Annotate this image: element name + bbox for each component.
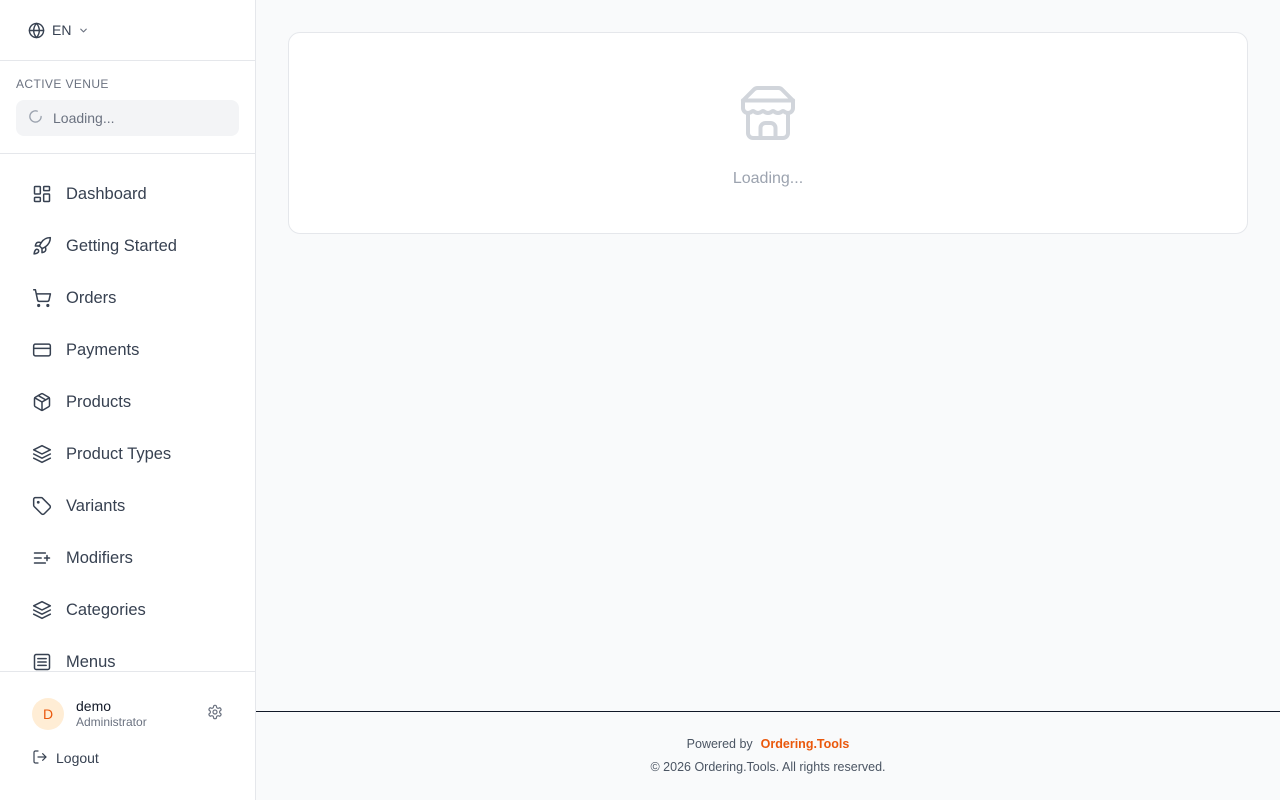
rocket-icon: [32, 236, 52, 256]
gear-icon: [207, 704, 223, 725]
chevron-down-icon: [78, 25, 89, 36]
logout-button[interactable]: Logout: [0, 748, 255, 768]
credit-card-icon: [32, 340, 52, 360]
venue-label: ACTIVE VENUE: [16, 77, 109, 91]
cart-icon: [32, 288, 52, 308]
avatar: D: [32, 698, 64, 730]
loading-spinner-icon: [28, 109, 43, 127]
sidebar-item-getting-started[interactable]: Getting Started: [0, 220, 255, 272]
language-code: EN: [52, 22, 72, 38]
layers-icon: [32, 444, 52, 464]
loading-card: Loading...: [288, 32, 1248, 234]
venue-selector[interactable]: Loading...: [16, 100, 239, 136]
logout-label: Logout: [56, 750, 99, 766]
venue-value: Loading...: [53, 110, 115, 126]
sidebar-item-menus[interactable]: Menus: [0, 636, 255, 671]
sidebar-item-label: Getting Started: [66, 236, 177, 255]
venue-section: ACTIVE VENUE Loading...: [0, 61, 255, 154]
language-bar: EN: [0, 0, 255, 61]
sidebar-item-label: Payments: [66, 340, 140, 359]
sidebar-item-label: Dashboard: [66, 184, 147, 203]
user-role: Administrator: [76, 715, 147, 729]
sidebar-item-label: Orders: [66, 288, 117, 307]
brand-link[interactable]: Ordering.Tools: [761, 737, 850, 751]
language-selector[interactable]: EN: [28, 22, 89, 39]
copyright-text: © 2026 Ordering.Tools. All rights reserv…: [650, 760, 886, 774]
powered-by-text: Powered by: [686, 737, 753, 751]
sidebar-item-label: Products: [66, 392, 132, 411]
loading-text: Loading...: [732, 170, 804, 187]
app-root: EN ACTIVE VENUE Loading... Dashboard Get…: [0, 0, 1280, 800]
sidebar-item-label: Modifiers: [66, 548, 133, 567]
footer: Powered by Ordering.Tools © 2026 Orderin…: [256, 711, 1280, 800]
sidebar-item-label: Categories: [66, 600, 146, 619]
user-name: demo: [76, 698, 112, 714]
sidebar-item-products[interactable]: Products: [0, 376, 255, 428]
sidebar-item-variants[interactable]: Variants: [0, 480, 255, 532]
sidebar: EN ACTIVE VENUE Loading... Dashboard Get…: [0, 0, 256, 800]
user-panel: D demo Administrator Logout: [0, 671, 255, 800]
user-row: D demo Administrator: [0, 696, 255, 732]
store-icon: [738, 83, 798, 148]
sidebar-item-orders[interactable]: Orders: [0, 272, 255, 324]
layers-icon: [32, 600, 52, 620]
footer-powered-row: Powered by Ordering.Tools: [687, 736, 850, 752]
sidebar-item-label: Product Types: [66, 444, 172, 463]
sidebar-item-payments[interactable]: Payments: [0, 324, 255, 376]
main-area: Loading... Powered by Ordering.Tools © 2…: [256, 0, 1280, 800]
sidebar-nav: Dashboard Getting Started Orders Payment…: [0, 154, 255, 671]
tag-icon: [32, 496, 52, 516]
settings-button[interactable]: [207, 704, 223, 725]
package-icon: [32, 392, 52, 412]
sidebar-item-categories[interactable]: Categories: [0, 584, 255, 636]
sidebar-item-label: Menus: [66, 652, 116, 671]
logout-icon: [32, 749, 48, 768]
sidebar-item-modifiers[interactable]: Modifiers: [0, 532, 255, 584]
menu-doc-icon: [32, 652, 52, 671]
main-content: Loading...: [256, 0, 1280, 711]
user-info: demo Administrator: [76, 698, 207, 730]
sidebar-item-label: Variants: [66, 496, 126, 515]
sidebar-item-dashboard[interactable]: Dashboard: [0, 168, 255, 220]
list-plus-icon: [32, 548, 52, 568]
sidebar-item-product-types[interactable]: Product Types: [0, 428, 255, 480]
dashboard-icon: [32, 184, 52, 204]
globe-icon: [28, 22, 45, 39]
